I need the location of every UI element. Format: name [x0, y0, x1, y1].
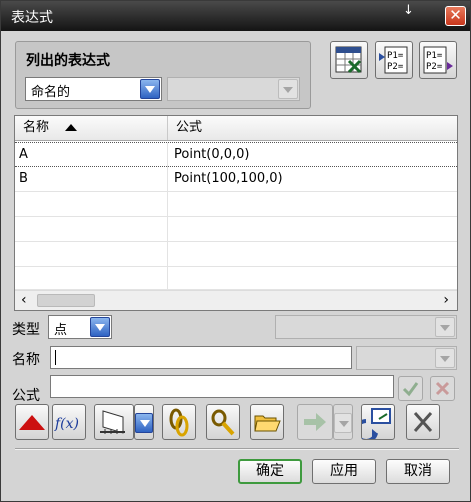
- export-params-icon: P1= P2=: [423, 46, 453, 74]
- import-icon-line1: P1=: [387, 51, 404, 61]
- open-folder-icon: [254, 415, 281, 432]
- delete-button[interactable]: [406, 404, 440, 440]
- table-header: 名称 公式: [15, 116, 457, 141]
- link-part-icon: [211, 409, 235, 436]
- horizontal-scrollbar[interactable]: ‹ ›: [15, 290, 457, 310]
- formula-input[interactable]: [50, 375, 394, 398]
- scroll-thumb[interactable]: [37, 294, 95, 307]
- delete-icon: [413, 412, 433, 432]
- text-caret: [55, 350, 56, 365]
- chevron-down-icon: [278, 79, 298, 99]
- import-icon-line2: P2=: [387, 62, 404, 72]
- expressions-table: 名称 公式 A Point(0,0,0) B Point(100,100,0) …: [14, 115, 458, 311]
- name-label: 名称: [12, 352, 40, 368]
- list-filter-dropdown[interactable]: 命名的: [25, 77, 162, 101]
- spreadsheet-edit-icon: [335, 46, 362, 74]
- table-row[interactable]: B Point(100,100,0): [15, 167, 457, 192]
- title-bar[interactable]: 表达式 ↓ ✕: [1, 1, 470, 31]
- empty-row: [15, 242, 457, 267]
- apply-arrow-dropdown: [333, 404, 353, 440]
- link-part-button[interactable]: [206, 404, 240, 440]
- empty-row: [15, 217, 457, 242]
- scroll-right-icon[interactable]: ›: [443, 292, 449, 308]
- scroll-left-icon[interactable]: ‹: [21, 292, 27, 308]
- collapse-button[interactable]: [15, 404, 49, 440]
- refresh-icon: [354, 408, 391, 443]
- footer-divider: [15, 448, 459, 450]
- listed-expressions-title: 列出的表达式: [26, 53, 110, 69]
- close-button[interactable]: ✕: [445, 6, 466, 26]
- row-name-cell: A: [15, 143, 168, 167]
- list-filter-value: 命名的: [31, 85, 71, 100]
- row-formula-cell: Point(0,0,0): [174, 147, 250, 162]
- close-icon: ✕: [449, 6, 462, 24]
- empty-row: [15, 267, 457, 290]
- spreadsheet-edit-button[interactable]: [330, 41, 368, 79]
- type-dropdown[interactable]: 点: [48, 315, 112, 339]
- row-name-cell: B: [15, 167, 168, 191]
- red-triangle-icon: [19, 415, 45, 430]
- name-unit-dropdown: [356, 346, 457, 370]
- formula-label: 公式: [12, 388, 40, 404]
- link-expression-icon: [169, 408, 189, 437]
- column-header-name[interactable]: 名称: [15, 116, 168, 140]
- refresh-button[interactable]: [354, 404, 395, 443]
- pin-icon[interactable]: ↓: [403, 3, 414, 18]
- link-expression-button[interactable]: [162, 404, 196, 440]
- export-params-button[interactable]: P1= P2=: [419, 41, 457, 79]
- export-icon-line1: P1=: [426, 51, 443, 61]
- measure-dropdown-icon[interactable]: [135, 413, 153, 433]
- column-header-formula[interactable]: 公式: [168, 116, 457, 140]
- sort-ascending-icon: [65, 124, 78, 131]
- name-input[interactable]: [50, 346, 352, 369]
- window-title: 表达式: [11, 10, 53, 26]
- import-params-icon: P1= P2=: [379, 46, 408, 74]
- chevron-down-icon[interactable]: [90, 317, 110, 337]
- measure-button[interactable]: [94, 404, 134, 440]
- listed-expressions-group: 列出的表达式 命名的: [15, 41, 311, 109]
- type-label: 类型: [12, 322, 40, 338]
- reject-formula-button: [430, 376, 455, 401]
- empty-row: [15, 192, 457, 217]
- apply-arrow-button: [297, 404, 333, 440]
- apply-arrow-icon: [304, 413, 326, 431]
- type-unit-dropdown: [275, 315, 457, 339]
- open-file-button[interactable]: [250, 404, 284, 440]
- check-icon: [402, 382, 419, 397]
- import-params-button[interactable]: P1= P2=: [375, 41, 413, 79]
- reject-icon: [435, 381, 450, 396]
- chevron-down-icon: [435, 348, 455, 368]
- function-fx-icon: f(x): [54, 416, 79, 432]
- row-formula-cell: Point(100,100,0): [174, 171, 283, 186]
- ok-button[interactable]: 确定: [238, 459, 302, 484]
- export-icon-line2: P2=: [426, 62, 443, 72]
- chevron-down-icon: [435, 317, 455, 337]
- apply-button[interactable]: 应用: [312, 459, 376, 484]
- secondary-filter-dropdown: [167, 77, 300, 101]
- accept-formula-button: [398, 376, 423, 401]
- chevron-down-icon[interactable]: [140, 79, 160, 99]
- measure-icon: [100, 410, 125, 434]
- measure-dropdown[interactable]: [134, 404, 154, 440]
- column-header-name-label: 名称: [23, 120, 50, 135]
- insert-function-button[interactable]: f(x): [52, 404, 86, 440]
- table-row[interactable]: A Point(0,0,0): [15, 142, 457, 167]
- chevron-down-icon: [334, 413, 352, 433]
- cancel-button[interactable]: 取消: [386, 459, 450, 484]
- column-header-formula-label: 公式: [176, 120, 203, 135]
- type-value: 点: [54, 323, 68, 338]
- function-icon-text: f(x): [54, 416, 79, 432]
- expressions-dialog: 表达式 ↓ ✕ 列出的表达式 命名的 P1= P2= P1= P2= 名称 公式…: [0, 0, 471, 502]
